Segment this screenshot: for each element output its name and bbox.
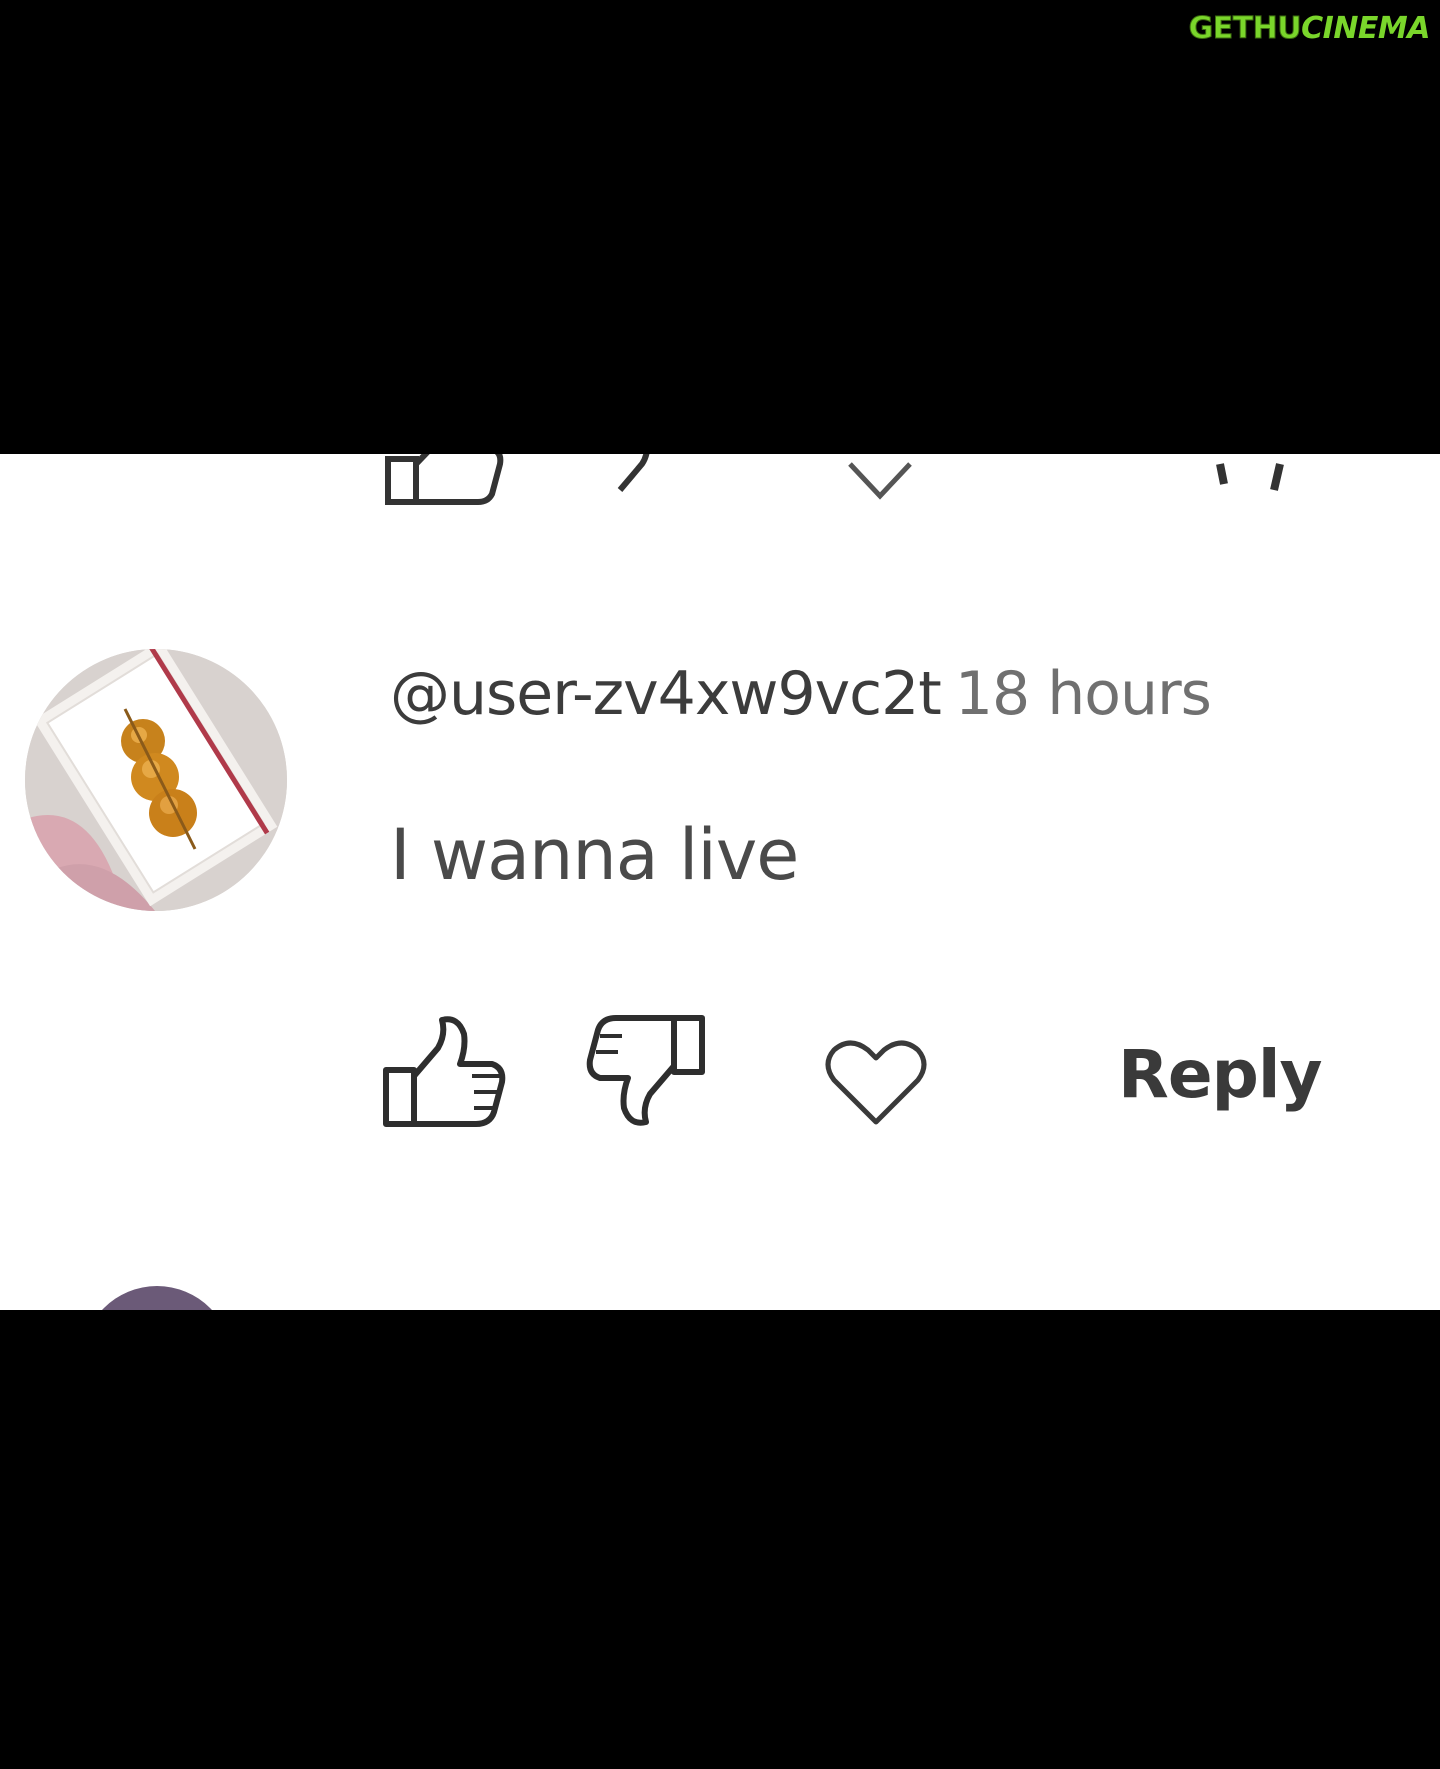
thumbs-up-icon[interactable] xyxy=(380,1014,510,1134)
avatar-image xyxy=(25,649,287,911)
previous-heart-icon xyxy=(848,462,912,500)
comment-username[interactable]: @user-zv4xw9vc2t xyxy=(390,659,942,729)
comment-screenshot-panel: @user-zv4xw9vc2t 18 hours I wanna live R… xyxy=(0,454,1440,1310)
video-frame: GETHU CINEMA @user-zv4xw9vc2t 18 hours I… xyxy=(0,0,1440,1769)
reply-button[interactable]: Reply xyxy=(1118,1042,1322,1108)
channel-watermark-logo: GETHU CINEMA xyxy=(1188,11,1430,46)
comment-timestamp[interactable]: 18 hours xyxy=(955,659,1212,729)
comment-actions: Reply xyxy=(0,1014,1440,1154)
comment-text: I wanna live xyxy=(390,814,799,896)
comment-header: @user-zv4xw9vc2t 18 hours xyxy=(390,664,1212,724)
previous-thumbs-down-icon xyxy=(617,454,650,492)
watermark-right-text: CINEMA xyxy=(1301,11,1430,46)
watermark-left-text: GETHU xyxy=(1188,11,1302,46)
previous-reply-fragment xyxy=(1216,463,1284,491)
thumbs-down-icon[interactable] xyxy=(586,1014,716,1134)
next-comment-avatar[interactable] xyxy=(82,1286,232,1310)
avatar[interactable] xyxy=(25,649,287,911)
previous-comment-actions xyxy=(0,454,1440,505)
previous-thumbs-up-icon xyxy=(385,454,504,505)
heart-icon[interactable] xyxy=(824,1038,928,1128)
